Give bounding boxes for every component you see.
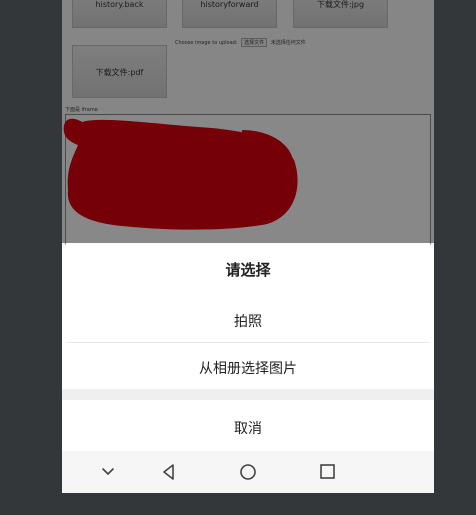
recents-icon[interactable] <box>316 461 338 483</box>
sheet-title: 请选择 <box>225 261 271 279</box>
back-icon[interactable] <box>158 461 180 483</box>
system-navigation-bar <box>62 451 434 493</box>
webview: history.back historyforward 下载文件:jpg Cho… <box>62 0 434 254</box>
phone-screen: history.back historyforward 下载文件:jpg Cho… <box>62 0 434 493</box>
home-icon[interactable] <box>237 461 259 483</box>
bottom-margin <box>0 493 476 515</box>
sheet-gap <box>62 389 434 400</box>
option-divider <box>66 342 430 343</box>
cancel-button[interactable]: 取消 <box>62 418 434 438</box>
action-sheet: 请选择 拍照 从相册选择图片 取消 <box>62 243 434 493</box>
modal-scrim[interactable] <box>62 0 434 243</box>
take-photo-option[interactable]: 拍照 <box>62 311 434 331</box>
chevron-down-icon[interactable] <box>97 461 119 483</box>
choose-from-album-option[interactable]: 从相册选择图片 <box>62 358 434 378</box>
